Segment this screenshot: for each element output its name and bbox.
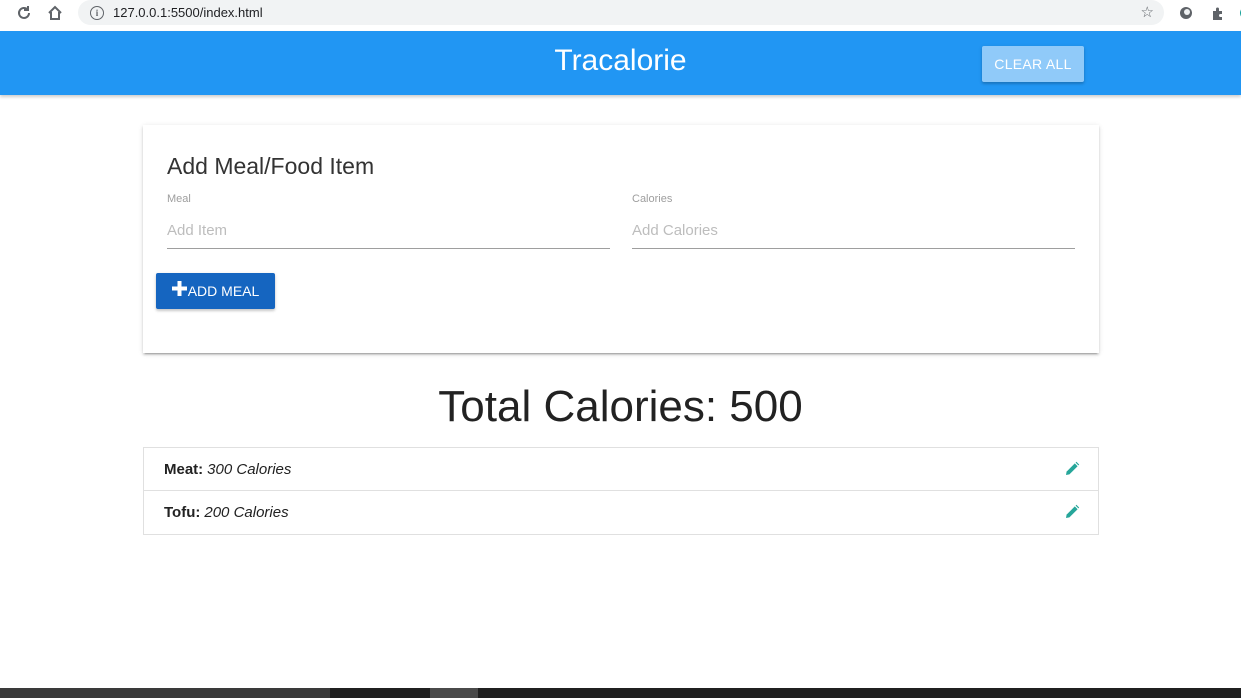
home-icon[interactable] [45,3,65,23]
item-list: Meat: 300 Calories Tofu: 200 Calories [143,447,1099,535]
browser-toolbar: i 127.0.0.1:5500/index.html ☆ [0,0,1241,26]
extension-badge-icon[interactable] [1234,4,1241,22]
clear-all-button[interactable]: CLEAR ALL [982,46,1084,82]
taskbar-app[interactable] [430,688,478,698]
reload-icon[interactable] [14,3,34,23]
item-calories: 300 Calories [207,460,292,478]
info-icon[interactable]: i [90,5,104,20]
item-calories: 200 Calories [204,504,289,521]
pencil-icon[interactable] [1064,504,1080,520]
calories-label: Calories [632,193,673,205]
app-header: Tracalorie CLEAR ALL [0,31,1241,95]
taskbar-search[interactable] [0,688,330,698]
extension-icon[interactable] [1209,4,1227,22]
calories-input[interactable] [632,213,1075,249]
pencil-icon[interactable] [1064,461,1080,477]
taskbar [0,688,1241,698]
address-bar[interactable]: i 127.0.0.1:5500/index.html ☆ [78,0,1164,25]
plus-icon [171,278,187,300]
meal-label: Meal [167,193,191,205]
item-name: Tofu: [164,504,201,521]
add-meal-label: ADD MEAL [187,283,260,299]
url-text: 127.0.0.1:5500/index.html [113,5,263,20]
meal-input[interactable] [167,213,610,249]
profile-extension-icon[interactable] [1177,4,1195,22]
item-name: Meat: [164,460,204,478]
list-item: Tofu: 200 Calories [144,491,1098,534]
add-meal-card: Add Meal/Food Item Meal Calories ADD MEA… [143,125,1099,353]
add-meal-button[interactable]: ADD MEAL [156,273,275,309]
card-title: Add Meal/Food Item [167,153,375,179]
star-icon[interactable]: ☆ [1141,3,1154,21]
total-calories: Total Calories: 500 [438,382,803,431]
list-item: Meat: 300 Calories [144,448,1098,491]
